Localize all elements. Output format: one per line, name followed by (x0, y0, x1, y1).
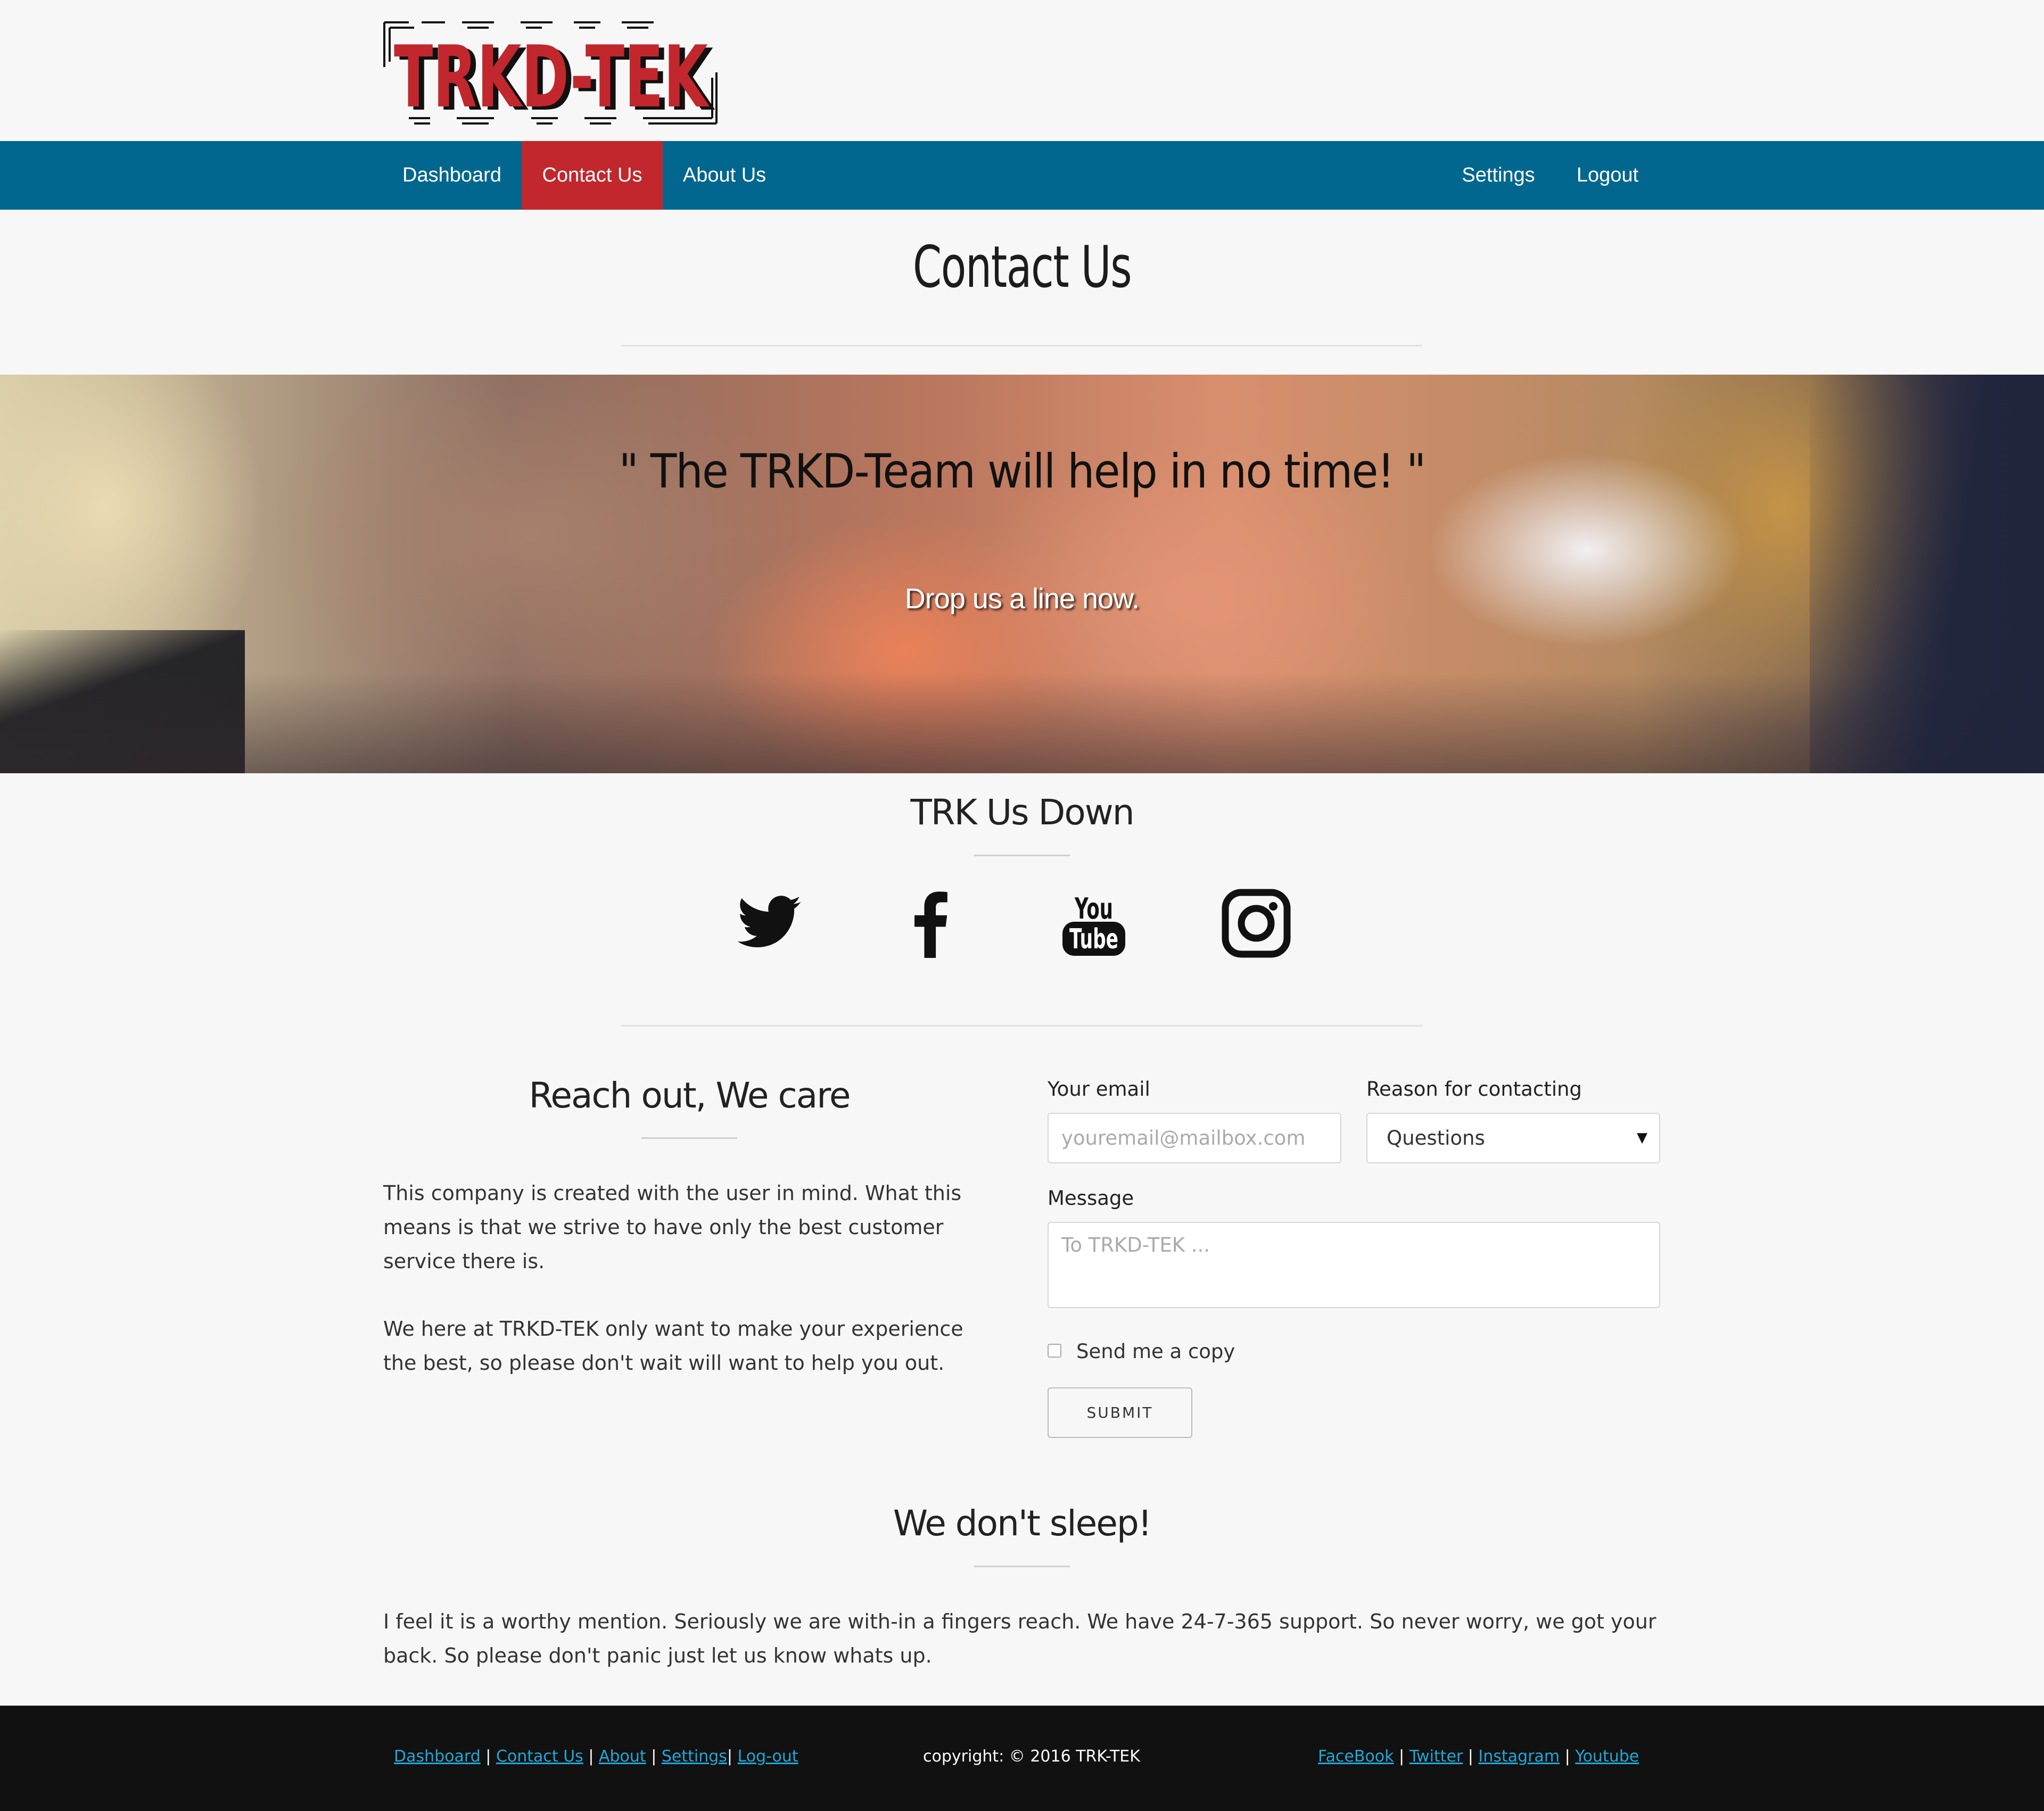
footer-link-settings[interactable]: Settings (662, 1747, 727, 1766)
twitter-icon[interactable] (735, 889, 804, 958)
hero-quote: " The TRKD-Team will help in no time! " (619, 444, 1427, 499)
reason-selected-value: Questions (1387, 1127, 1485, 1150)
submit-button[interactable]: SUBMIT (1048, 1387, 1192, 1438)
footer-link-dashboard[interactable]: Dashboard (394, 1747, 481, 1766)
reason-label: Reason for contacting (1366, 1078, 1582, 1101)
reach-out-paragraph-2: We here at TRKD-TEK only want to make yo… (383, 1317, 963, 1375)
hero-banner: " The TRKD-Team will help in no time! " … (0, 375, 2044, 773)
hero-shadow (0, 673, 2044, 773)
hero-shadow (1810, 375, 2044, 773)
section-divider (622, 1025, 1422, 1027)
footer-link-youtube[interactable]: Youtube (1575, 1747, 1639, 1766)
email-field[interactable]: youremail@mailbox.com (1048, 1113, 1341, 1163)
support-heading: We don't sleep! (893, 1503, 1152, 1544)
message-label: Message (1048, 1187, 1134, 1210)
title-divider (622, 345, 1422, 346)
nav-contact-us[interactable]: Contact Us (522, 141, 663, 210)
nav-settings[interactable]: Settings (1440, 141, 1557, 210)
footer-link-logout[interactable]: Log-out (738, 1747, 798, 1766)
youtube-icon-text-top: You (1074, 892, 1113, 925)
footer-link-about[interactable]: About (599, 1747, 646, 1766)
footer-link-twitter[interactable]: Twitter (1410, 1747, 1463, 1766)
nav-dashboard[interactable]: Dashboard (382, 141, 522, 210)
email-label: Your email (1048, 1078, 1150, 1101)
site-logo[interactable]: TRKD-TEK TRKD-TEK (382, 19, 718, 130)
footer-link-facebook[interactable]: FaceBook (1318, 1747, 1394, 1766)
youtube-icon[interactable]: You Tube (1059, 889, 1128, 958)
facebook-icon[interactable] (897, 889, 966, 958)
social-heading: TRK Us Down (910, 792, 1134, 833)
footer-social: FaceBook | Twitter | Instagram | Youtube (1318, 1747, 1639, 1766)
send-copy-checkbox[interactable] (1048, 1344, 1061, 1358)
trkd-tek-logo-graphic: TRKD-TEK TRKD-TEK (383, 21, 718, 130)
reach-out-heading: Reach out, We care (529, 1075, 851, 1116)
footer-copyright: copyright: © 2016 TRK-TEK (923, 1747, 1140, 1766)
footer: Dashboard | Contact Us | About | Setting… (0, 1706, 2044, 1811)
footer-nav: Dashboard | Contact Us | About | Setting… (394, 1747, 798, 1766)
support-divider (974, 1566, 1070, 1567)
page-title: Contact Us (912, 234, 1132, 301)
chevron-down-icon: ▼ (1637, 1130, 1647, 1146)
footer-link-contact-us[interactable]: Contact Us (496, 1747, 583, 1766)
footer-link-instagram[interactable]: Instagram (1478, 1747, 1560, 1766)
youtube-icon-text-bottom: Tube (1069, 923, 1118, 955)
social-heading-divider (974, 855, 1070, 856)
main-navbar: Dashboard Contact Us About Us Settings L… (0, 141, 2044, 210)
send-copy-label[interactable]: Send me a copy (1076, 1340, 1235, 1363)
logo-text: TRKD-TEK (394, 27, 710, 127)
reason-select[interactable]: Questions ▼ (1366, 1113, 1660, 1163)
nav-logout[interactable]: Logout (1557, 141, 1658, 210)
reach-out-divider (641, 1137, 737, 1139)
hero-subtitle: Drop us a line now. (904, 583, 1140, 615)
message-textarea[interactable]: To TRKD-TEK ... (1048, 1222, 1660, 1308)
reach-out-paragraph-1: This company is created with the user in… (383, 1181, 962, 1273)
support-text: I feel it is a worthy mention. Seriously… (383, 1610, 1656, 1667)
instagram-icon[interactable] (1222, 889, 1291, 958)
nav-about-us[interactable]: About Us (663, 141, 786, 210)
